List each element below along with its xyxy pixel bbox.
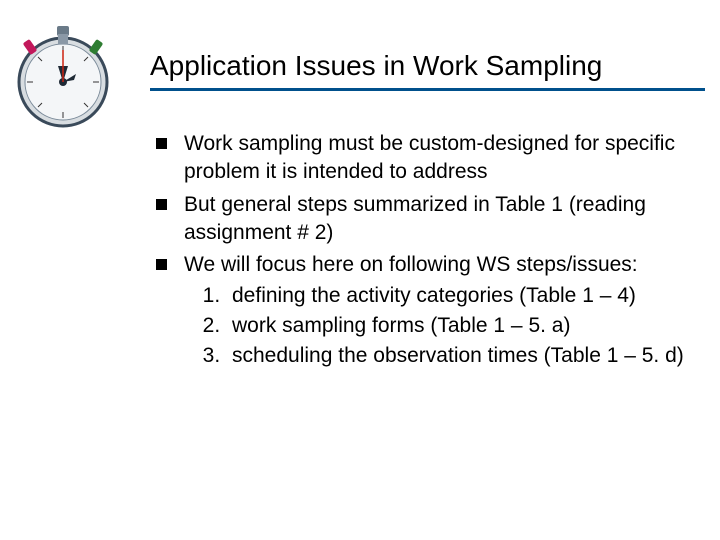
sub-item: work sampling forms (Table 1 – 5. a) <box>226 312 690 340</box>
sub-item: scheduling the observation times (Table … <box>226 342 690 370</box>
stopwatch-icon <box>8 20 118 130</box>
bullet-text: Work sampling must be custom-designed fo… <box>184 132 675 183</box>
sub-item: defining the activity categories (Table … <box>226 282 690 310</box>
bullet-item: But general steps summarized in Table 1 … <box>150 191 690 248</box>
bullet-text: But general steps summarized in Table 1 … <box>184 193 646 244</box>
sub-list: defining the activity categories (Table … <box>184 282 690 371</box>
bullet-item: We will focus here on following WS steps… <box>150 251 690 370</box>
bullet-list: Work sampling must be custom-designed fo… <box>150 130 690 371</box>
slide-header: Application Issues in Work Sampling <box>150 50 690 91</box>
slide-title: Application Issues in Work Sampling <box>150 50 690 82</box>
slide-body: Work sampling must be custom-designed fo… <box>150 130 690 375</box>
title-underline <box>150 88 705 91</box>
bullet-text: We will focus here on following WS steps… <box>184 253 638 276</box>
bullet-item: Work sampling must be custom-designed fo… <box>150 130 690 187</box>
